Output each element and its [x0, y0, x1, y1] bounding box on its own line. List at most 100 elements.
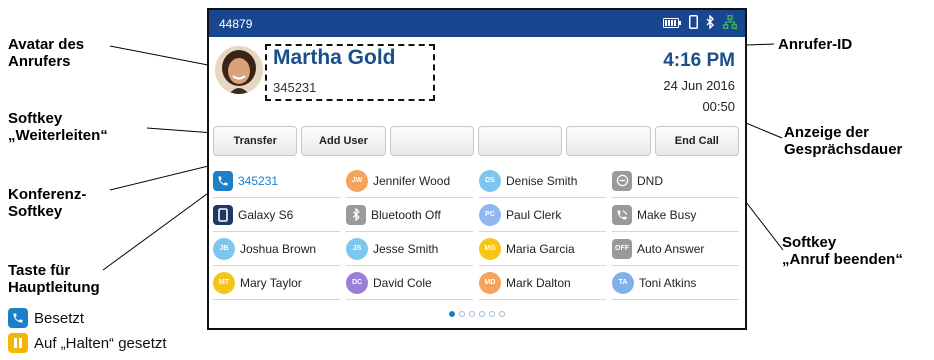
- annotation-line: Taste für: [8, 262, 71, 279]
- empty-softkey[interactable]: [477, 126, 563, 156]
- annotation-line: „Anruf beenden“: [782, 251, 903, 268]
- page-dot[interactable]: [459, 311, 465, 317]
- annotation-line: „Weiterleiten“: [8, 127, 108, 144]
- annotation-end-call-softkey: Softkey „Anruf beenden“: [782, 234, 903, 268]
- line-key-label: Bluetooth Off: [371, 207, 441, 222]
- legend-label: Auf „Halten“ gesetzt: [34, 334, 167, 352]
- make-busy-icon: [612, 204, 632, 225]
- line-key-label: 345231: [238, 173, 279, 188]
- auto-answer-off-icon: OFF: [612, 238, 632, 259]
- line-key[interactable]: JB Joshua Brown: [213, 232, 340, 266]
- transfer-softkey[interactable]: Transfer: [213, 126, 298, 156]
- headset-battery-icon: [663, 17, 681, 31]
- callout-line-main-line: [102, 182, 223, 271]
- call-info: Martha Gold 345231 4:16 PM 24 Jun 2016 0…: [209, 37, 745, 114]
- bluetooth-icon: [346, 204, 366, 225]
- line-key[interactable]: PC Paul Clerk: [479, 198, 606, 232]
- line-key[interactable]: JS Jesse Smith: [346, 232, 473, 266]
- contact-initials-badge: DC: [346, 271, 368, 294]
- line-key[interactable]: JW Jennifer Wood: [346, 164, 473, 198]
- bluetooth-icon: [706, 14, 715, 32]
- annotation-line: Anrufer-ID: [778, 36, 853, 53]
- status-bar: 44879: [209, 10, 745, 37]
- line-key[interactable]: DND: [612, 164, 739, 198]
- page-dot[interactable]: [479, 311, 485, 317]
- end-call-softkey[interactable]: End Call: [654, 126, 739, 156]
- line-key[interactable]: 345231: [213, 164, 340, 198]
- annotation-line: Anrufers: [8, 53, 71, 70]
- contact-initials-badge: JB: [213, 237, 235, 260]
- line-key[interactable]: Make Busy: [612, 198, 739, 232]
- softkey-bar: Transfer Add User End Call: [213, 126, 739, 156]
- phone-handset-icon: [8, 308, 28, 328]
- contact-initials-badge: JW: [346, 169, 368, 192]
- pause-icon: [8, 333, 28, 353]
- legend-hold: Auf „Halten“ gesetzt: [8, 333, 167, 353]
- contact-initials-badge: MG: [479, 237, 501, 260]
- caller-avatar: [215, 46, 263, 94]
- clock-time: 4:16 PM: [663, 50, 735, 71]
- page-dot[interactable]: [469, 311, 475, 317]
- line-key-label: Toni Atkins: [639, 275, 697, 290]
- page-dot[interactable]: [489, 311, 495, 317]
- annotation-line: Anzeige der: [784, 124, 870, 141]
- line-key-label: Mary Taylor: [240, 275, 302, 290]
- line-key[interactable]: DS Denise Smith: [479, 164, 606, 198]
- page-dot[interactable]: [449, 311, 455, 317]
- annotation-caller-id: Anrufer-ID: [778, 36, 852, 53]
- annotation-caller-avatar: Avatar des Anrufers: [8, 36, 84, 70]
- line-key[interactable]: OFF Auto Answer: [612, 232, 739, 266]
- extension-number: 44879: [219, 16, 253, 31]
- annotation-call-duration: Anzeige der Gesprächsdauer: [784, 124, 902, 158]
- contact-initials-badge: TA: [612, 271, 634, 294]
- annotation-line: Konferenz-: [8, 186, 87, 203]
- line-key-grid: 345231 JW Jennifer Wood DS Denise Smith DND Ga…: [213, 164, 739, 300]
- annotation-conference-softkey: Konferenz- Softkey: [8, 186, 86, 220]
- mobile-phone-icon: [213, 204, 233, 225]
- empty-softkey[interactable]: [389, 126, 474, 156]
- annotation-line: Gesprächsdauer: [784, 141, 903, 158]
- line-key[interactable]: TA Toni Atkins: [612, 266, 739, 300]
- contact-initials-badge: MT: [213, 271, 235, 294]
- caller-name: Martha Gold: [273, 46, 396, 69]
- callout-line-avatar: [109, 45, 214, 67]
- contact-initials-badge: PC: [479, 203, 501, 226]
- line-key-label: Jesse Smith: [373, 241, 439, 256]
- line-key[interactable]: Bluetooth Off: [346, 198, 473, 232]
- line-key[interactable]: Galaxy S6: [213, 198, 340, 232]
- line-key-label: Galaxy S6: [238, 207, 294, 222]
- annotation-line: Hauptleitung: [8, 279, 100, 296]
- line-key-label: David Cole: [373, 275, 432, 290]
- annotation-forward-softkey: Softkey „Weiterleiten“: [8, 110, 108, 144]
- line-key-label: Denise Smith: [506, 173, 578, 188]
- annotation-line: Softkey: [782, 234, 837, 251]
- annotation-line: Avatar des: [8, 36, 85, 53]
- mobile-phone-icon: [689, 15, 698, 32]
- line-key-label: Maria Garcia: [506, 241, 575, 256]
- line-key[interactable]: DC David Cole: [346, 266, 473, 300]
- add-user-softkey[interactable]: Add User: [301, 126, 386, 156]
- page-dot[interactable]: [499, 311, 505, 317]
- clock-date: 24 Jun 2016: [663, 78, 735, 93]
- contact-initials-badge: JS: [346, 237, 368, 260]
- annotation-line: Softkey: [8, 203, 63, 220]
- line-key-label: Jennifer Wood: [373, 173, 451, 188]
- status-icons: [663, 14, 737, 32]
- phone-screen: 44879 Martha Gold 345231 4:16 PM 24 Jun …: [207, 8, 747, 330]
- line-key[interactable]: MG Maria Garcia: [479, 232, 606, 266]
- line-key-label: Make Busy: [637, 207, 697, 222]
- legend-label: Besetzt: [34, 309, 85, 327]
- line-key-label: DND: [637, 173, 663, 188]
- line-key-label: Mark Dalton: [506, 275, 571, 290]
- empty-softkey[interactable]: [566, 126, 651, 156]
- caller-number: 345231: [273, 80, 317, 95]
- network-icon: [723, 15, 737, 32]
- line-key-label: Auto Answer: [637, 241, 705, 256]
- line-key[interactable]: MD Mark Dalton: [479, 266, 606, 300]
- annotation-line: Softkey: [8, 110, 63, 127]
- line-key[interactable]: MT Mary Taylor: [213, 266, 340, 300]
- annotation-main-line-key: Taste für Hauptleitung: [8, 262, 100, 296]
- line-key-label: Paul Clerk: [506, 207, 562, 222]
- do-not-disturb-icon: [612, 170, 632, 191]
- contact-initials-badge: MD: [479, 271, 501, 294]
